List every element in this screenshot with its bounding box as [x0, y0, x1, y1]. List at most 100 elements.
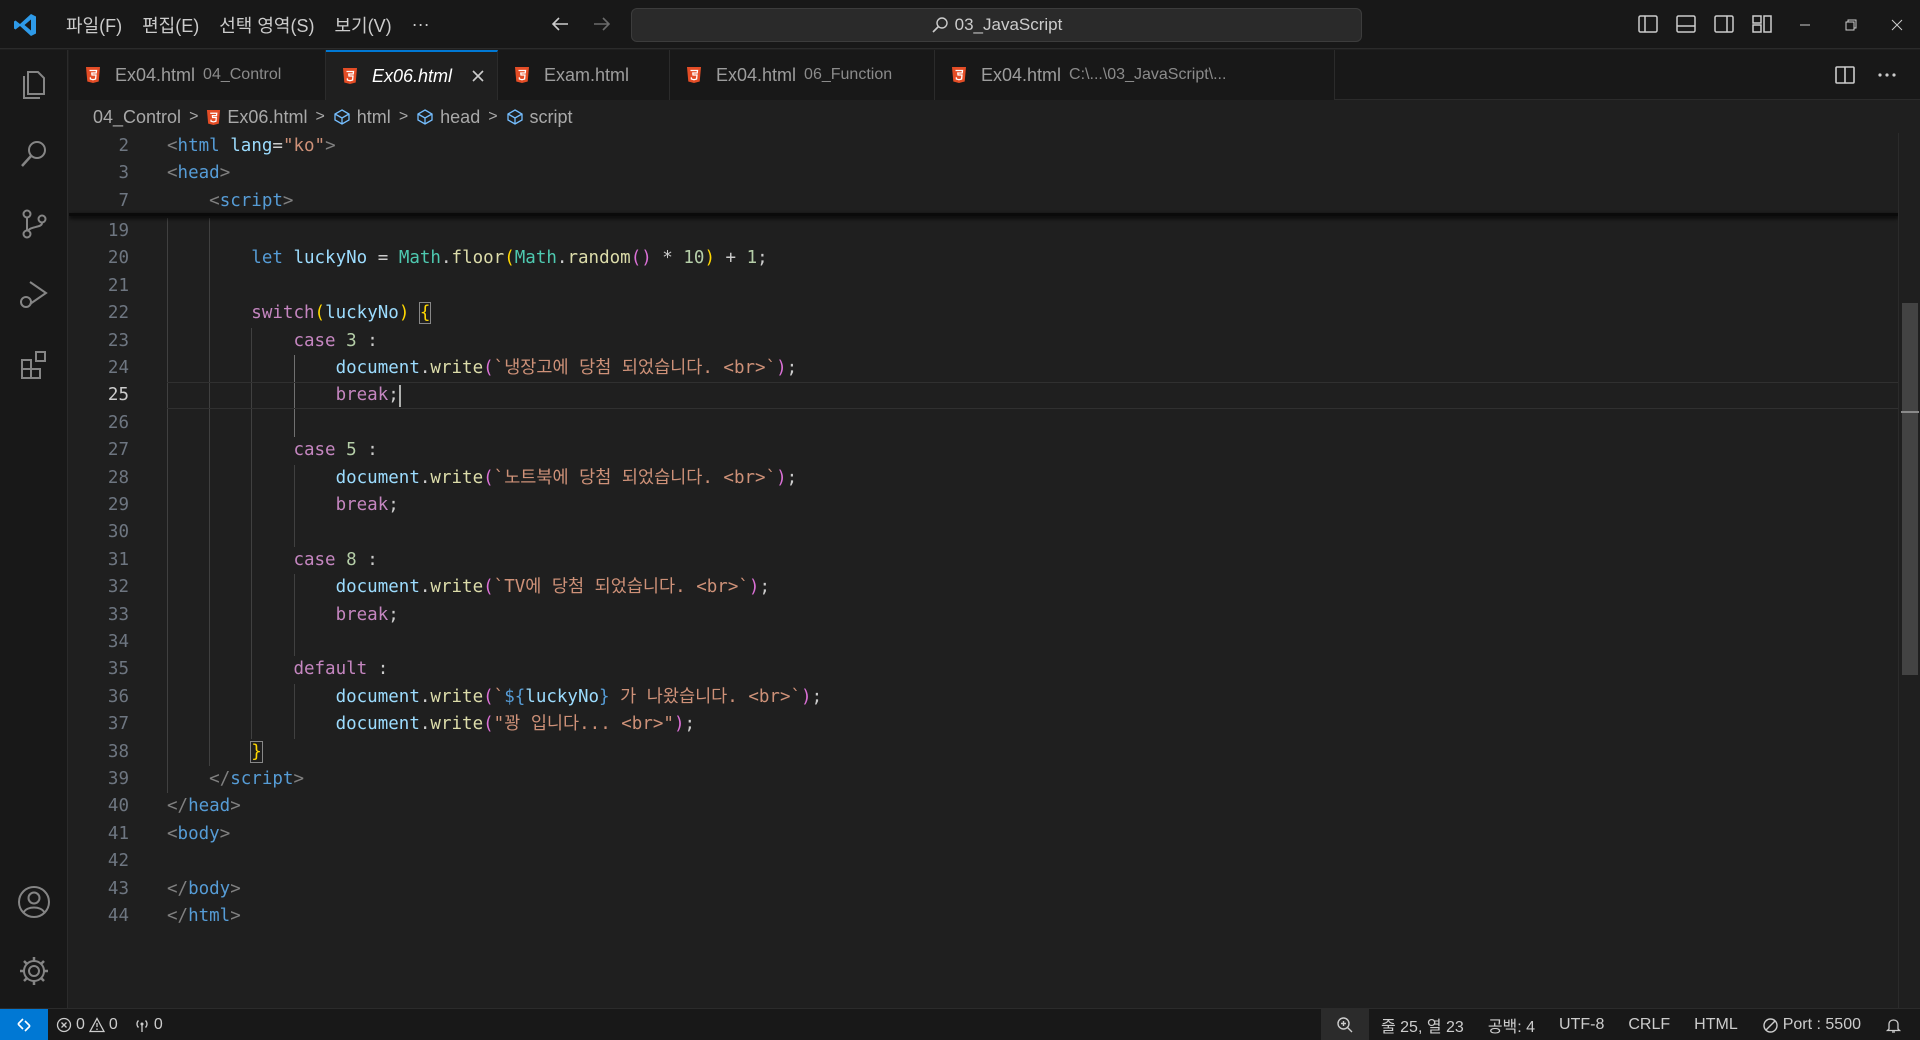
- code-line[interactable]: 19: [69, 218, 1899, 245]
- code-line[interactable]: 38 }: [69, 739, 1899, 766]
- code-line[interactable]: 26: [69, 410, 1899, 437]
- bell-icon: [1885, 1018, 1902, 1033]
- toggle-panel-icon[interactable]: [1674, 12, 1698, 36]
- code-line[interactable]: 30: [69, 519, 1899, 546]
- breadcrumb-file[interactable]: Ex06.html: [206, 107, 307, 128]
- remote-button[interactable]: [0, 1008, 48, 1040]
- tab-exam[interactable]: Exam.html: [498, 50, 670, 100]
- tab-ex06[interactable]: Ex06.html: [326, 50, 498, 100]
- end-of-line[interactable]: CRLF: [1616, 1009, 1682, 1040]
- line-source: let luckyNo = Math.floor(Math.random() *…: [251, 248, 768, 269]
- menu-view[interactable]: 보기(V): [324, 8, 401, 42]
- close-window-button[interactable]: [1874, 0, 1920, 49]
- code-line[interactable]: 39 </script>: [69, 766, 1899, 793]
- line-number: 24: [107, 358, 129, 378]
- gear-icon: [20, 957, 48, 985]
- code-line[interactable]: 31 case 8 :: [69, 547, 1899, 574]
- code-line[interactable]: 20 let luckyNo = Math.floor(Math.random(…: [69, 245, 1899, 272]
- language-mode[interactable]: HTML: [1682, 1009, 1750, 1040]
- menu-selection[interactable]: 선택 영역(S): [209, 8, 324, 42]
- restore-button[interactable]: [1828, 0, 1874, 49]
- code-line[interactable]: 33 break;: [69, 602, 1899, 629]
- line-number: 41: [107, 823, 129, 844]
- sticky-code-line[interactable]: 3 <head>: [69, 160, 1899, 188]
- minimize-button[interactable]: [1782, 0, 1828, 49]
- customize-layout-icon[interactable]: [1750, 12, 1774, 36]
- cursor-position[interactable]: 줄 25, 열 23: [1369, 1009, 1476, 1040]
- code-line[interactable]: 43 </body>: [69, 876, 1899, 903]
- line-number: 27: [107, 440, 129, 461]
- code-line[interactable]: 34: [69, 629, 1899, 656]
- search-view-button[interactable]: [0, 120, 68, 188]
- code-line[interactable]: 23 case 3 :: [69, 328, 1899, 355]
- line-source: break;: [335, 604, 399, 625]
- code-line[interactable]: 22 switch(luckyNo) {: [69, 300, 1899, 327]
- line-source: document.write(`노트북에 당첨 되었습니다. <br>`);: [335, 467, 798, 488]
- zoom-button[interactable]: [1320, 1009, 1369, 1040]
- port-label: Port : 5500: [1782, 1016, 1861, 1033]
- code-line[interactable]: 40 </head>: [69, 793, 1899, 820]
- vertical-scrollbar[interactable]: [1898, 133, 1920, 1008]
- run-debug-button[interactable]: [0, 260, 68, 328]
- scrollbar-thumb[interactable]: [1902, 303, 1918, 675]
- line-number: 35: [107, 659, 129, 680]
- notifications-button[interactable]: [1873, 1009, 1920, 1040]
- line-number: 7: [118, 190, 129, 211]
- ports-count: 0: [153, 1015, 163, 1033]
- line-source: switch(luckyNo) {: [251, 302, 432, 325]
- code-line[interactable]: 21: [69, 273, 1899, 300]
- line-number: 36: [107, 686, 129, 707]
- tab-ex04-javascript[interactable]: Ex04.html C:\...\03_JavaScript\...: [935, 50, 1335, 100]
- extensions-button[interactable]: [0, 330, 68, 398]
- split-editor-icon[interactable]: [1834, 64, 1856, 86]
- breadcrumb-folder[interactable]: 04_Control: [93, 107, 181, 128]
- code-line[interactable]: 41 <body>: [69, 821, 1899, 848]
- tab-ex04-function[interactable]: Ex04.html 06_Function: [670, 50, 935, 100]
- menu-edit[interactable]: 편집(E): [132, 8, 209, 42]
- code-line[interactable]: 32 document.write(`TV에 당첨 되었습니다. <br>`);: [69, 574, 1899, 601]
- code-line[interactable]: 24 document.write(`냉장고에 당첨 되었습니다. <br>`)…: [69, 355, 1899, 382]
- breadcrumb-symbol-script[interactable]: script: [506, 107, 573, 128]
- close-tab-icon[interactable]: [470, 68, 486, 84]
- encoding[interactable]: UTF-8: [1547, 1009, 1616, 1040]
- code-line[interactable]: 25 break;: [69, 382, 1899, 409]
- back-arrow-icon[interactable]: [548, 12, 572, 36]
- line-number: 30: [107, 522, 129, 543]
- tab-ex04-control[interactable]: Ex04.html 04_Control: [69, 50, 326, 100]
- line-number: 3: [118, 163, 129, 184]
- more-actions-icon[interactable]: [1876, 64, 1898, 86]
- code-line[interactable]: 37 document.write("꽝 입니다... <br>");: [69, 711, 1899, 738]
- code-line[interactable]: 29 break;: [69, 492, 1899, 519]
- code-line[interactable]: 36 document.write(`${luckyNo} 가 나왔습니다. <…: [69, 684, 1899, 711]
- sticky-scroll-shadow: [69, 213, 1899, 216]
- line-source: document.write(`냉장고에 당첨 되었습니다. <br>`);: [335, 358, 798, 378]
- source-control-button[interactable]: [0, 190, 68, 258]
- sticky-code-line[interactable]: 2 <html lang="ko">: [69, 133, 1899, 160]
- indentation[interactable]: 공백: 4: [1476, 1009, 1547, 1040]
- sticky-code-line[interactable]: 7 <script>: [69, 187, 1899, 215]
- code-editor[interactable]: 19 20 let luckyNo = Math.floor(Math.rando…: [69, 133, 1920, 1008]
- code-line[interactable]: 35 default :: [69, 656, 1899, 683]
- breadcrumb-symbol-html[interactable]: html: [333, 107, 391, 128]
- menu-more[interactable]: ···: [402, 10, 440, 39]
- tab-label: Ex06.html: [372, 65, 453, 86]
- ports-indicator[interactable]: 0: [126, 1009, 171, 1040]
- toggle-secondary-sidebar-icon[interactable]: [1712, 12, 1736, 36]
- manage-button[interactable]: [0, 937, 68, 1005]
- accounts-button[interactable]: [0, 868, 68, 936]
- toggle-primary-sidebar-icon[interactable]: [1636, 12, 1660, 36]
- breadcrumb-symbol-head[interactable]: head: [416, 107, 480, 128]
- command-center-search[interactable]: 03_JavaScript: [631, 8, 1362, 42]
- line-number: 26: [107, 412, 129, 433]
- explorer-button[interactable]: [0, 50, 68, 118]
- chevron-right-icon: >: [315, 108, 325, 125]
- line-number: 2: [118, 136, 129, 156]
- forward-arrow-icon[interactable]: [590, 12, 614, 36]
- problems-indicator[interactable]: 0 0: [48, 1009, 126, 1040]
- code-line[interactable]: 44 </html>: [69, 903, 1899, 930]
- live-server-port[interactable]: Port : 5500: [1750, 1009, 1873, 1040]
- code-line[interactable]: 42: [69, 848, 1899, 875]
- code-line[interactable]: 28 document.write(`노트북에 당첨 되었습니다. <br>`)…: [69, 465, 1899, 492]
- code-line[interactable]: 27 case 5 :: [69, 437, 1899, 464]
- menu-file[interactable]: 파일(F): [56, 8, 132, 42]
